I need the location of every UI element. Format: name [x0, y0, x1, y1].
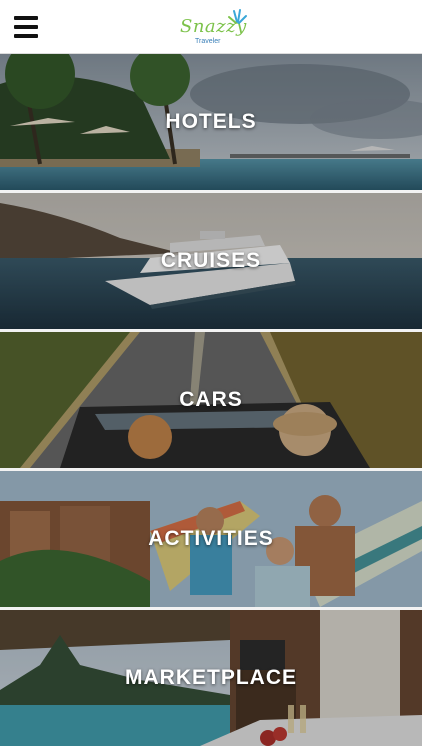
- cruises-tile[interactable]: CRUISES: [0, 193, 422, 329]
- marketplace-tile[interactable]: MARKETPLACE: [0, 610, 422, 746]
- activities-label: ACTIVITIES: [148, 527, 274, 550]
- cars-tile[interactable]: CARS: [0, 332, 422, 468]
- marketplace-label: MARKETPLACE: [125, 666, 297, 689]
- hamburger-menu-icon[interactable]: [14, 16, 40, 38]
- activities-tile[interactable]: ACTIVITIES: [0, 471, 422, 607]
- hotels-label: HOTELS: [165, 110, 257, 133]
- logo-subtext: Traveler: [195, 38, 221, 45]
- cars-label: CARS: [179, 388, 243, 411]
- snazzy-traveler-logo: Snazzy Traveler: [180, 8, 250, 48]
- hotels-tile[interactable]: HOTELS: [0, 54, 422, 190]
- cruises-label: CRUISES: [160, 249, 262, 272]
- logo-splash-icon: [228, 9, 247, 24]
- app-header: Snazzy Traveler: [0, 0, 422, 54]
